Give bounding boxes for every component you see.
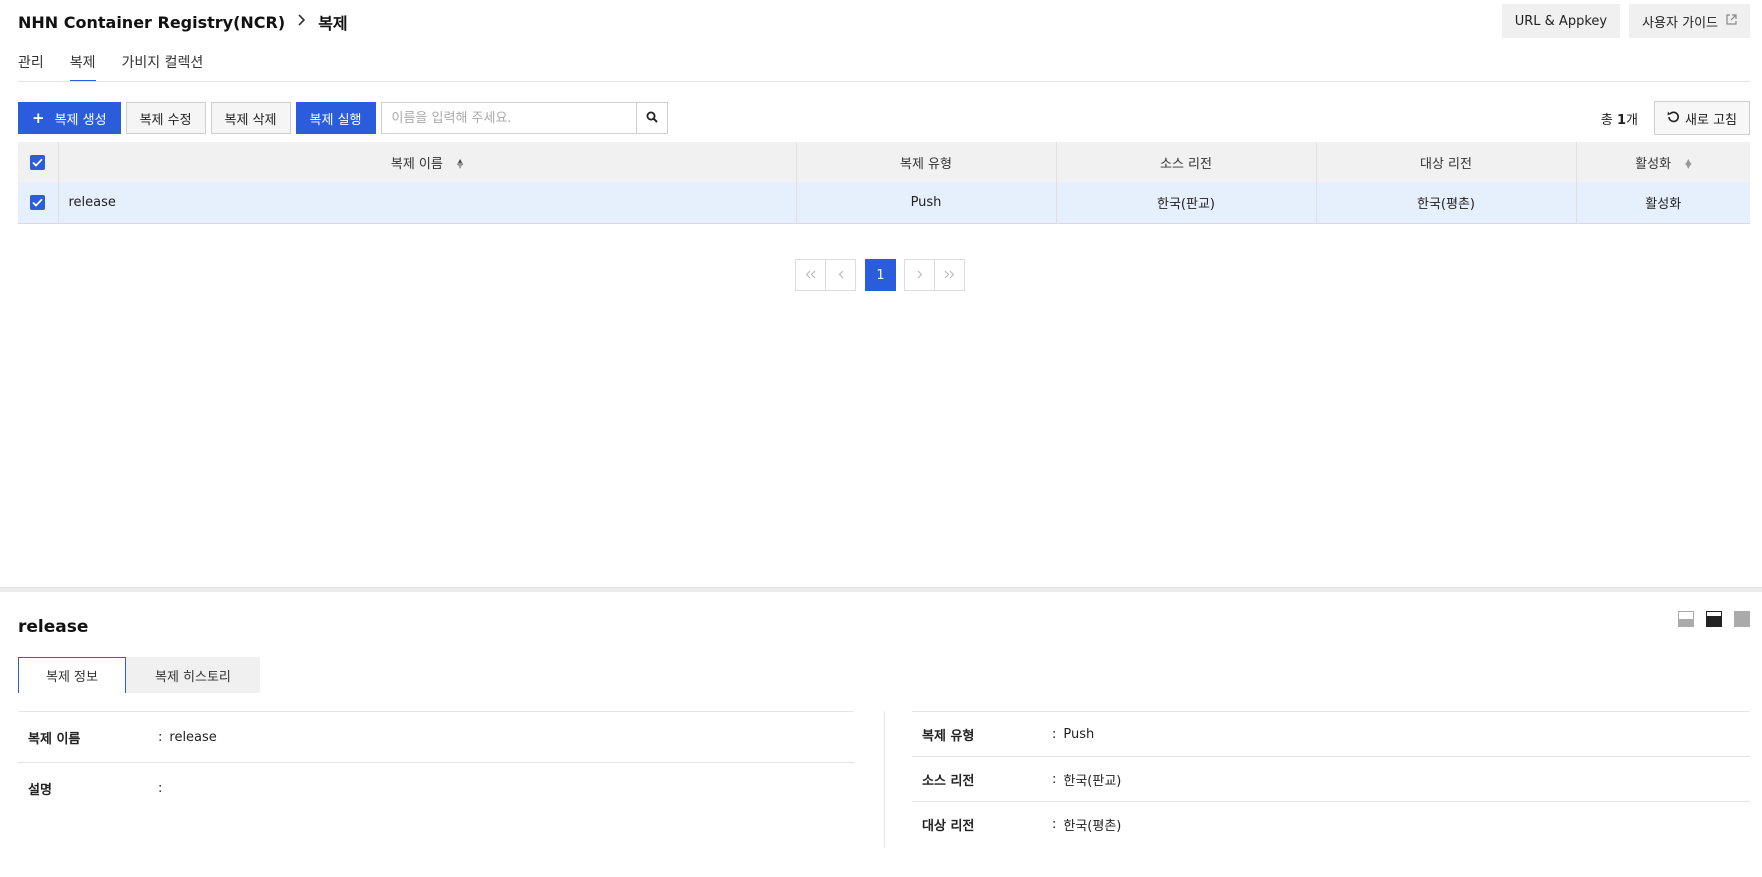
search-box — [380, 102, 668, 134]
info-value: Push — [1063, 726, 1095, 742]
info-row-type: 복제 유형 : Push — [912, 712, 1750, 757]
double-chevron-left-icon — [805, 268, 816, 283]
run-replication-button[interactable]: 복제 실행 — [295, 102, 376, 134]
search-button[interactable] — [635, 102, 668, 134]
page-button-current[interactable]: 1 — [865, 259, 896, 291]
info-value: release — [169, 729, 217, 745]
info-label: 복제 이름 — [28, 731, 81, 747]
chevron-right-icon — [917, 268, 923, 283]
chevron-right-icon — [297, 14, 306, 30]
tab-replication[interactable]: 복제 — [69, 52, 96, 82]
refresh-button[interactable]: 새로 고침 — [1654, 101, 1750, 135]
edit-replication-button[interactable]: 복제 수정 — [125, 102, 206, 134]
detail-info-right: 복제 유형 : Push 소스 리전 : 한국(판교) 대상 리전 : 한국(평… — [912, 711, 1750, 847]
info-row-source-region: 소스 리전 : 한국(판교) — [912, 757, 1750, 802]
row-select-cell — [18, 182, 59, 224]
table-row[interactable]: release Push 한국(판교) 한국(평촌) 활성화 — [18, 182, 1750, 224]
info-label: 복제 유형 — [922, 728, 975, 744]
create-replication-button[interactable]: + 복제 생성 — [18, 102, 121, 134]
layout-switcher — [1678, 611, 1750, 627]
info-value: 한국(판교) — [1063, 773, 1122, 789]
panel-resize-handle[interactable] — [0, 587, 1762, 592]
col-header-source-region: 소스 리전 — [1056, 142, 1317, 182]
select-all-checkbox[interactable] — [30, 154, 46, 170]
detail-tabs: 복제 정보 복제 히스토리 — [18, 657, 260, 693]
breadcrumb-current: 복제 — [318, 14, 348, 33]
layout-full-panel-icon[interactable] — [1734, 611, 1750, 627]
row-checkbox[interactable] — [30, 194, 46, 210]
double-chevron-right-icon — [944, 268, 955, 283]
layout-small-panel-icon[interactable] — [1678, 611, 1694, 627]
last-page-button[interactable] — [934, 259, 965, 291]
total-prefix: 총 — [1600, 112, 1617, 128]
info-row-target-region: 대상 리전 : 한국(평촌) — [912, 802, 1750, 847]
total-suffix: 개 — [1626, 112, 1639, 128]
layout-half-panel-icon[interactable] — [1706, 611, 1722, 627]
user-guide-label: 사용자 가이드 — [1642, 15, 1718, 31]
col-header-name[interactable]: 복제 이름 ▲ ▼ — [58, 142, 797, 182]
detail-info-left: 복제 이름 : release 설명 : — [18, 711, 854, 814]
search-icon — [646, 111, 658, 126]
cell-source-region: 한국(판교) — [1056, 182, 1317, 224]
first-page-button[interactable] — [795, 259, 826, 291]
info-colon: : — [158, 781, 163, 796]
sort-icon[interactable]: ▲ ▼ — [1685, 158, 1691, 170]
refresh-label: 새로 고침 — [1685, 112, 1737, 128]
main-tabs: 관리 복제 가비지 컬렉션 — [18, 52, 203, 82]
pagination: 1 — [795, 259, 965, 291]
cell-name: release — [58, 182, 797, 224]
info-colon: : — [158, 729, 163, 745]
col-header-enabled[interactable]: 활성화 ▲ ▼ — [1576, 142, 1750, 182]
info-colon: : — [1052, 817, 1057, 832]
breadcrumb-root[interactable]: NHN Container Registry(NCR) — [18, 13, 285, 32]
chevron-left-icon — [838, 268, 844, 283]
tab-manage[interactable]: 관리 — [18, 52, 44, 82]
info-colon: : — [1052, 726, 1057, 742]
prev-page-button[interactable] — [825, 259, 856, 291]
total-count: 총 1개 — [1601, 109, 1638, 128]
info-colon: : — [1052, 771, 1057, 787]
select-all-cell — [18, 142, 59, 182]
plus-icon: + — [32, 109, 45, 127]
tab-garbage-collection[interactable]: 가비지 컬렉션 — [122, 52, 204, 82]
col-header-type: 복제 유형 — [796, 142, 1057, 182]
create-replication-label: 복제 생성 — [54, 112, 107, 128]
info-row-description: 설명 : — [18, 763, 854, 814]
user-guide-button[interactable]: 사용자 가이드 — [1629, 4, 1750, 38]
cell-enabled: 활성화 — [1576, 182, 1750, 224]
external-link-icon — [1726, 14, 1737, 28]
table-header-row: 복제 이름 ▲ ▼ 복제 유형 소스 리전 대상 리전 활성화 ▲ ▼ — [18, 142, 1750, 182]
refresh-icon — [1667, 110, 1680, 127]
cell-type: Push — [796, 182, 1057, 224]
info-value: 한국(평촌) — [1063, 819, 1122, 834]
sort-asc-icon[interactable]: ▲ ▼ — [457, 158, 463, 170]
info-row-name: 복제 이름 : release — [18, 712, 854, 763]
info-label: 설명 — [28, 783, 52, 798]
detail-title: release — [18, 617, 89, 637]
col-header-target-region: 대상 리전 — [1316, 142, 1577, 182]
breadcrumb: NHN Container Registry(NCR) 복제 — [18, 11, 348, 34]
tabs-divider — [18, 81, 1750, 82]
cell-target-region: 한국(평촌) — [1316, 182, 1577, 224]
url-appkey-label: URL & Appkey — [1514, 13, 1608, 29]
delete-replication-button[interactable]: 복제 삭제 — [210, 102, 291, 134]
next-page-button[interactable] — [904, 259, 935, 291]
col-name-label: 복제 이름 — [390, 156, 443, 172]
detail-divider — [884, 711, 885, 847]
url-appkey-button[interactable]: URL & Appkey — [1501, 4, 1621, 38]
total-count-value: 1 — [1617, 112, 1627, 128]
toolbar: + 복제 생성 복제 수정 복제 삭제 복제 실행 — [18, 102, 668, 134]
tab-replication-history[interactable]: 복제 히스토리 — [125, 657, 260, 693]
col-enabled-label: 활성화 — [1635, 156, 1672, 172]
search-input[interactable] — [380, 102, 636, 134]
tab-replication-info[interactable]: 복제 정보 — [18, 657, 126, 693]
info-label: 소스 리전 — [922, 773, 975, 789]
replication-table: 복제 이름 ▲ ▼ 복제 유형 소스 리전 대상 리전 활성화 ▲ ▼ releas… — [18, 142, 1750, 224]
info-label: 대상 리전 — [922, 819, 975, 834]
